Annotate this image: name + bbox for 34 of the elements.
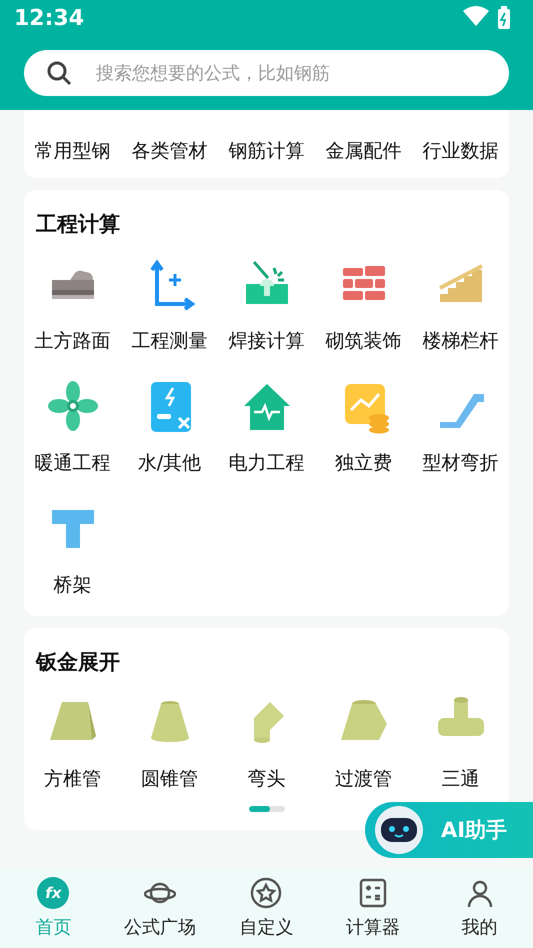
category-item[interactable]: 弯头 — [248, 766, 286, 792]
category-item[interactable]: 电力工程 — [228, 450, 304, 476]
category-item[interactable]: 砌筑装饰 — [326, 328, 402, 354]
nav-tab[interactable]: 自定义 — [213, 868, 320, 948]
category-item[interactable]: 独立费 — [335, 450, 392, 476]
status-time: 12:34 — [14, 6, 84, 30]
nav-tab[interactable]: 计算器 — [320, 868, 426, 948]
search-bar[interactable]: 搜索您想要的公式，比如钢筋 — [24, 50, 509, 96]
category-item[interactable]: 水/其他 — [138, 450, 202, 476]
formula-icon: fx — [37, 877, 70, 909]
category-item[interactable]: 方椎管 — [44, 766, 101, 792]
category-item[interactable]: 型材弯折 — [422, 450, 498, 476]
wifi-icon — [463, 6, 489, 26]
category-item[interactable]: 楼梯栏杆 — [422, 328, 498, 354]
page-indicator — [248, 806, 284, 812]
category-item[interactable]: 钢筋计算 — [228, 138, 304, 164]
search-icon — [46, 60, 72, 86]
battery-icon — [497, 6, 511, 30]
category-item[interactable]: 暖通工程 — [34, 450, 110, 476]
category-item[interactable]: 过渡管 — [335, 766, 392, 792]
category-item[interactable]: 三通 — [442, 766, 480, 792]
category-item[interactable]: 常用型钢 — [34, 138, 110, 164]
nav-tab[interactable]: 我的 — [426, 868, 533, 948]
category-item[interactable]: 行业数据 — [422, 138, 498, 164]
category-item[interactable]: 桥架 — [54, 572, 92, 598]
category-item[interactable]: 焊接计算 — [228, 328, 304, 354]
section-title: 钣金展开 — [36, 649, 121, 676]
category-item[interactable]: 工程测量 — [132, 328, 208, 354]
category-item[interactable]: 金属配件 — [326, 138, 402, 164]
category-item[interactable]: 各类管材 — [132, 138, 208, 164]
nav-tab[interactable]: 公式广场 — [106, 868, 214, 948]
section-title: 工程计算 — [36, 211, 121, 238]
category-item[interactable]: 土方路面 — [34, 328, 110, 354]
category-item[interactable]: 圆锥管 — [141, 766, 198, 792]
